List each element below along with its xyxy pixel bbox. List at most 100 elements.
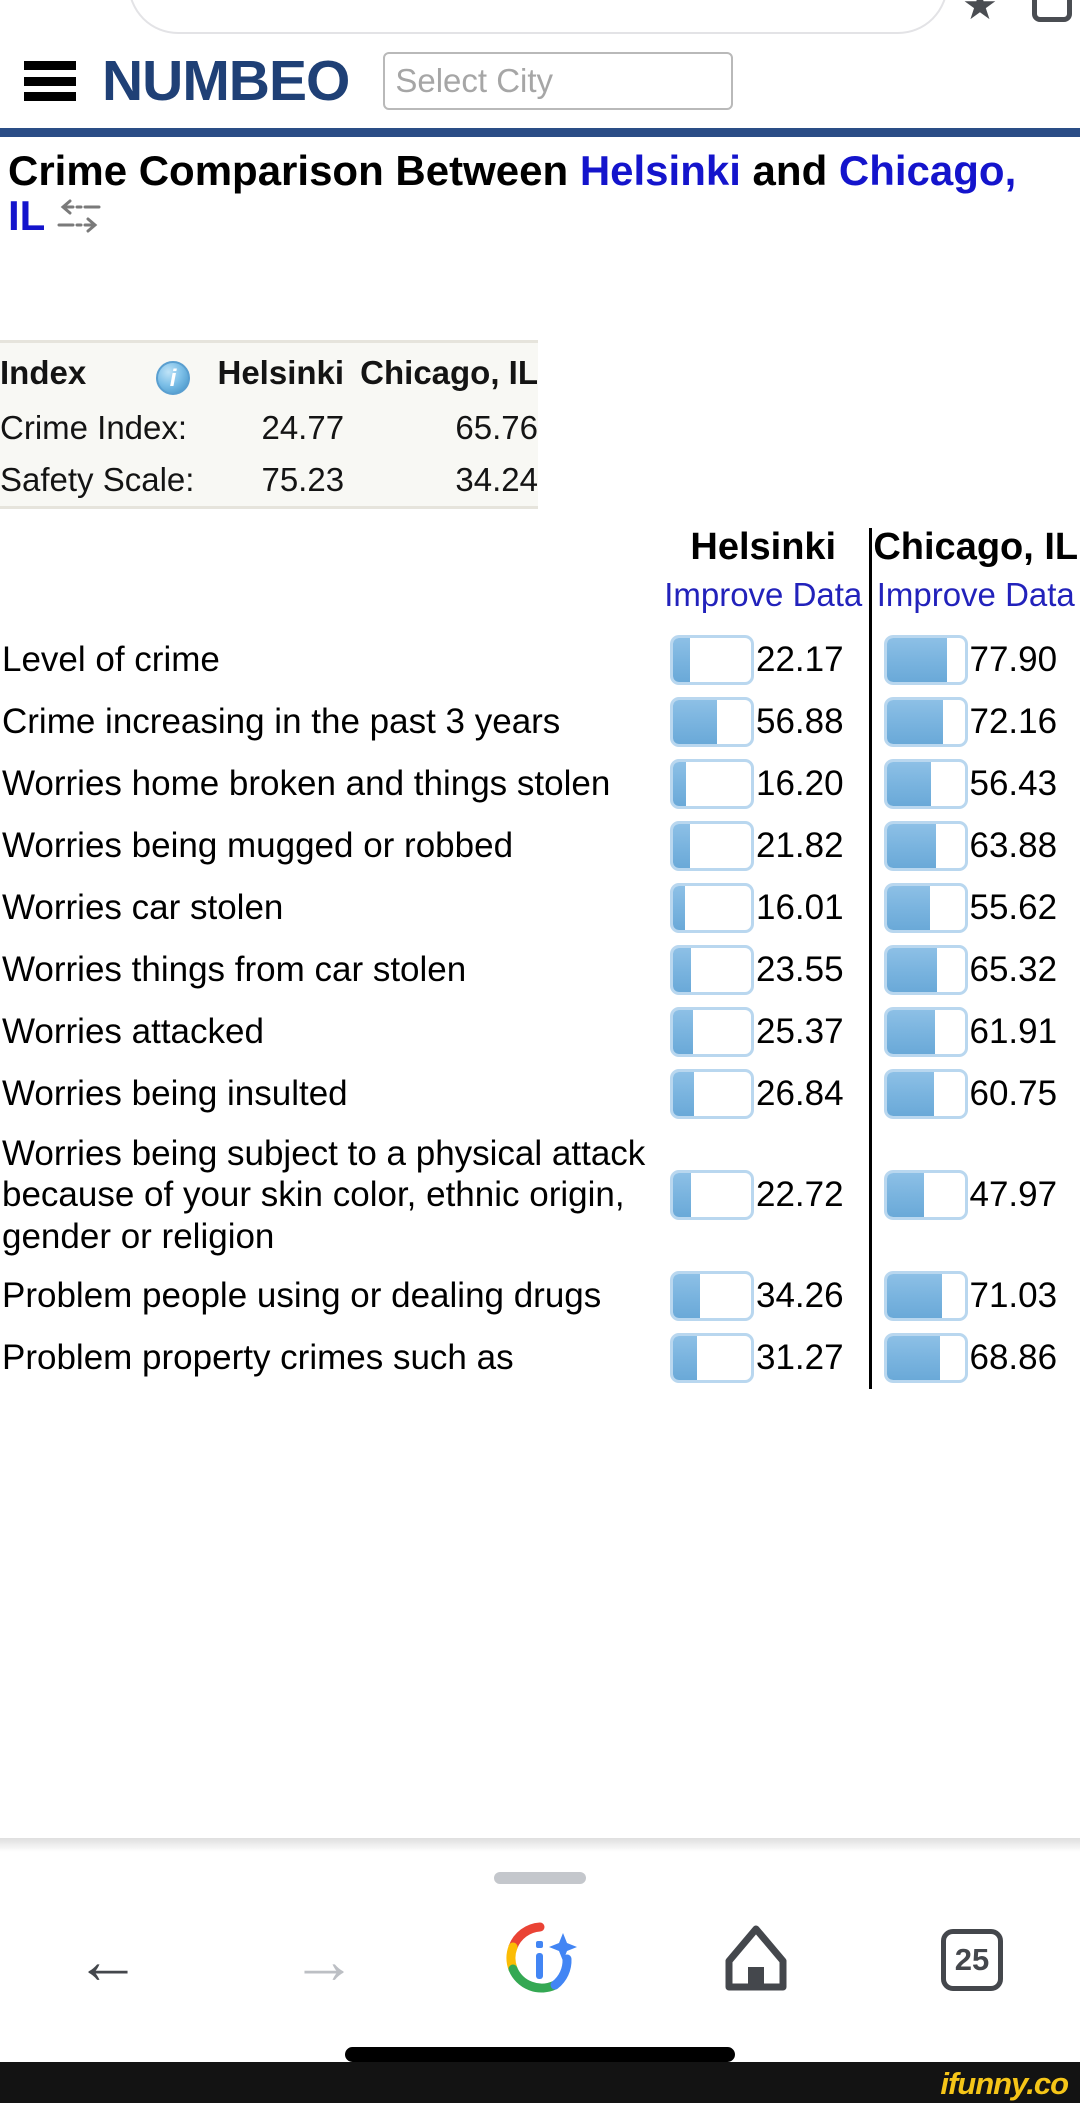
comparison-improve-row: Improve Data Improve Data xyxy=(0,573,1080,630)
value-bar-helsinki xyxy=(670,759,754,810)
omnibox[interactable] xyxy=(128,0,948,34)
crime-row-label: Worries being insulted xyxy=(2,1074,348,1114)
back-button[interactable]: ← xyxy=(53,1905,163,2015)
crime-value-cell-helsinki: 56.88 xyxy=(658,691,870,753)
crime-value-cell-chicago: 60.75 xyxy=(868,1063,1080,1126)
home-button[interactable] xyxy=(701,1905,811,2015)
table-row: Worries being insulted 26.84 60.75 xyxy=(0,1063,1080,1126)
improve-data-link-chicago[interactable]: Improve Data xyxy=(868,573,1080,630)
value-label-helsinki: 26.84 xyxy=(756,1074,844,1114)
value-label-helsinki: 56.88 xyxy=(756,702,844,742)
value-label-helsinki: 22.72 xyxy=(756,1175,844,1215)
title-middle: and xyxy=(740,147,839,194)
gesture-bar xyxy=(345,2047,735,2062)
hamburger-bar xyxy=(24,92,76,101)
table-row: Problem people using or dealing drugs 34.… xyxy=(0,1265,1080,1328)
crime-value-cell-helsinki: 22.17 xyxy=(658,629,870,691)
value-bar-chicago xyxy=(883,1170,968,1221)
value-bar-fill xyxy=(886,1173,924,1218)
hamburger-bar xyxy=(24,76,76,86)
value-bar-chicago xyxy=(883,945,968,996)
index-row-value-b: 65.76 xyxy=(455,409,538,446)
crime-value-cell-helsinki: 21.82 xyxy=(658,815,870,877)
drag-handle[interactable] xyxy=(494,1872,586,1884)
forward-button[interactable]: → xyxy=(269,1905,379,2015)
crime-value-cell-helsinki: 26.84 xyxy=(658,1063,870,1125)
numbeo-logo[interactable]: NUMBEO xyxy=(102,52,350,110)
value-bar-chicago xyxy=(883,697,968,748)
value-bar-fill xyxy=(673,638,691,683)
home-icon xyxy=(719,1921,793,2000)
value-label-chicago: 55.62 xyxy=(969,888,1058,928)
value-bar-fill xyxy=(886,1274,942,1319)
value-bar-fill xyxy=(673,1173,691,1218)
table-row: Worries attacked 25.37 61.91 xyxy=(0,1001,1080,1064)
table-header-row: Index i Helsinki Chicago, IL xyxy=(0,342,538,403)
crime-row-label: Worries things from car stolen xyxy=(2,950,467,990)
table-row: Worries things from car stolen 23.55 65.32 xyxy=(0,939,1080,1002)
crime-row-label: Problem property crimes such as xyxy=(2,1338,514,1378)
index-row-value-a: 24.77 xyxy=(261,409,345,446)
value-label-helsinki: 23.55 xyxy=(756,950,844,990)
title-prefix: Crime Comparison Between xyxy=(8,147,580,194)
info-icon[interactable]: i xyxy=(156,361,191,395)
crime-value-cell-helsinki: 16.20 xyxy=(658,753,870,815)
value-bar-helsinki xyxy=(670,1271,754,1322)
table-row: Worries home broken and things stolen 16.… xyxy=(0,753,1080,816)
value-bar-fill xyxy=(673,1010,693,1055)
select-city-input[interactable] xyxy=(383,52,734,110)
value-bar-chicago xyxy=(883,821,968,872)
crime-row-label: Crime increasing in the past 3 years xyxy=(2,702,561,742)
value-bar-chicago xyxy=(883,1333,968,1384)
value-bar-fill xyxy=(673,886,686,931)
value-label-chicago: 47.97 xyxy=(969,1175,1058,1215)
col-header-city-a: Helsinki xyxy=(217,353,345,391)
crime-row-label: Worries being mugged or robbed xyxy=(2,826,514,866)
value-label-chicago: 65.32 xyxy=(969,950,1058,990)
value-bar-fill xyxy=(673,824,691,869)
col-header-chicago: Chicago, IL xyxy=(868,528,1080,574)
table-row: Level of crime 22.17 77.90 xyxy=(0,629,1080,692)
hamburger-icon[interactable] xyxy=(24,61,76,101)
value-bar-helsinki xyxy=(670,821,754,872)
table-row: Worries car stolen 16.01 55.62 xyxy=(0,877,1080,940)
bookmark-star-icon[interactable]: ★ xyxy=(962,0,998,26)
improve-data-link-helsinki[interactable]: Improve Data xyxy=(658,574,870,629)
tab-count-badge: 25 xyxy=(941,1929,1003,1991)
value-bar-chicago xyxy=(883,635,968,686)
value-label-helsinki: 22.17 xyxy=(756,640,844,680)
swap-arrows-icon[interactable] xyxy=(55,196,103,244)
spacer-cell xyxy=(0,574,658,629)
crime-value-cell-chicago: 72.16 xyxy=(868,691,1080,754)
value-bar-fill xyxy=(886,948,938,993)
title-city-a-link[interactable]: Helsinki xyxy=(580,147,741,194)
index-info-cell: i xyxy=(140,342,206,403)
value-bar-fill xyxy=(886,1336,941,1381)
screen-root: ★ NUMBEO Crime Comparison Between Helsin… xyxy=(0,0,1080,2103)
crime-value-cell-helsinki: 25.37 xyxy=(658,1001,870,1063)
site-header: NUMBEO xyxy=(0,34,1080,128)
value-bar-helsinki xyxy=(670,1069,754,1120)
value-bar-helsinki xyxy=(670,1007,754,1058)
value-bar-fill xyxy=(886,700,943,745)
value-bar-fill xyxy=(886,762,931,807)
crime-value-cell-chicago: 65.32 xyxy=(868,939,1080,1002)
index-row-label: Safety Scale: xyxy=(0,461,195,498)
tabs-icon[interactable] xyxy=(1032,0,1072,22)
crime-row-label: Worries home broken and things stolen xyxy=(2,764,611,804)
value-label-helsinki: 16.20 xyxy=(756,764,844,804)
browser-bottom-nav: ← → 25 xyxy=(0,1852,1080,2052)
comparison-city-header-row: Helsinki Chicago, IL xyxy=(0,528,1080,574)
comparison-scroll-region[interactable]: Helsinki Chicago, IL Improve Data Improv… xyxy=(0,528,1080,1842)
tab-switcher-button[interactable]: 25 xyxy=(917,1905,1027,2015)
crime-value-cell-chicago: 68.86 xyxy=(868,1327,1080,1390)
ifunny-watermark: ifunny.co xyxy=(940,2066,1069,2101)
value-label-helsinki: 16.01 xyxy=(756,888,844,928)
value-label-helsinki: 34.26 xyxy=(756,1276,844,1316)
value-label-chicago: 56.43 xyxy=(969,764,1058,804)
google-lens-button[interactable] xyxy=(485,1905,595,2015)
hamburger-bar xyxy=(24,61,76,70)
value-bar-fill xyxy=(673,948,692,993)
value-bar-fill xyxy=(673,1072,694,1117)
value-bar-fill xyxy=(886,638,948,683)
